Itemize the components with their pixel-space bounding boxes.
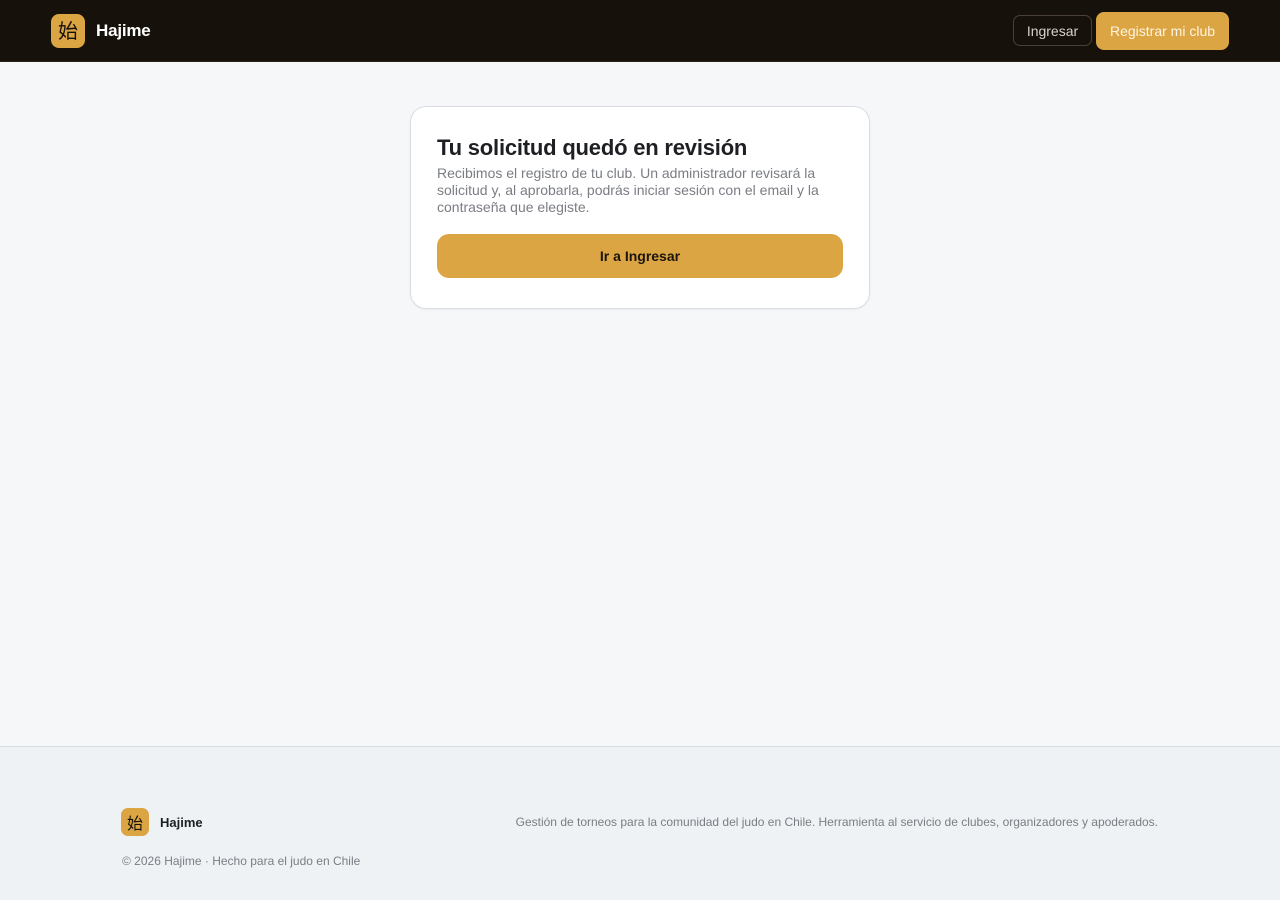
login-button[interactable]: Ingresar (1013, 15, 1092, 46)
go-to-login-button[interactable]: Ir a Ingresar (437, 234, 843, 278)
register-club-button[interactable]: Registrar mi club (1096, 12, 1229, 50)
card-title: Tu solicitud quedó en revisión (437, 135, 748, 160)
footer-copyright: © 2026 Hajime · Hecho para el judo en Ch… (122, 854, 361, 868)
site-footer: 始 Hajime Gestión de torneos para la comu… (0, 746, 1280, 900)
card-message: Recibimos el registro de tu club. Un adm… (437, 165, 819, 215)
top-navbar: 始 Hajime Ingresar Registrar mi club (0, 0, 1280, 62)
footer-brand-name: Hajime (160, 814, 203, 830)
hajime-logo-icon: 始 (51, 14, 85, 48)
review-status-card: Tu solicitud quedó en revisión Recibimos… (410, 106, 870, 309)
brand-home-link[interactable]: 始 Hajime (51, 14, 151, 48)
footer-description: Gestión de torneos para la comunidad del… (515, 815, 1158, 829)
brand-name: Hajime (96, 21, 151, 40)
footer-logo-icon: 始 (121, 808, 149, 836)
footer-brand: 始 Hajime (121, 808, 203, 836)
